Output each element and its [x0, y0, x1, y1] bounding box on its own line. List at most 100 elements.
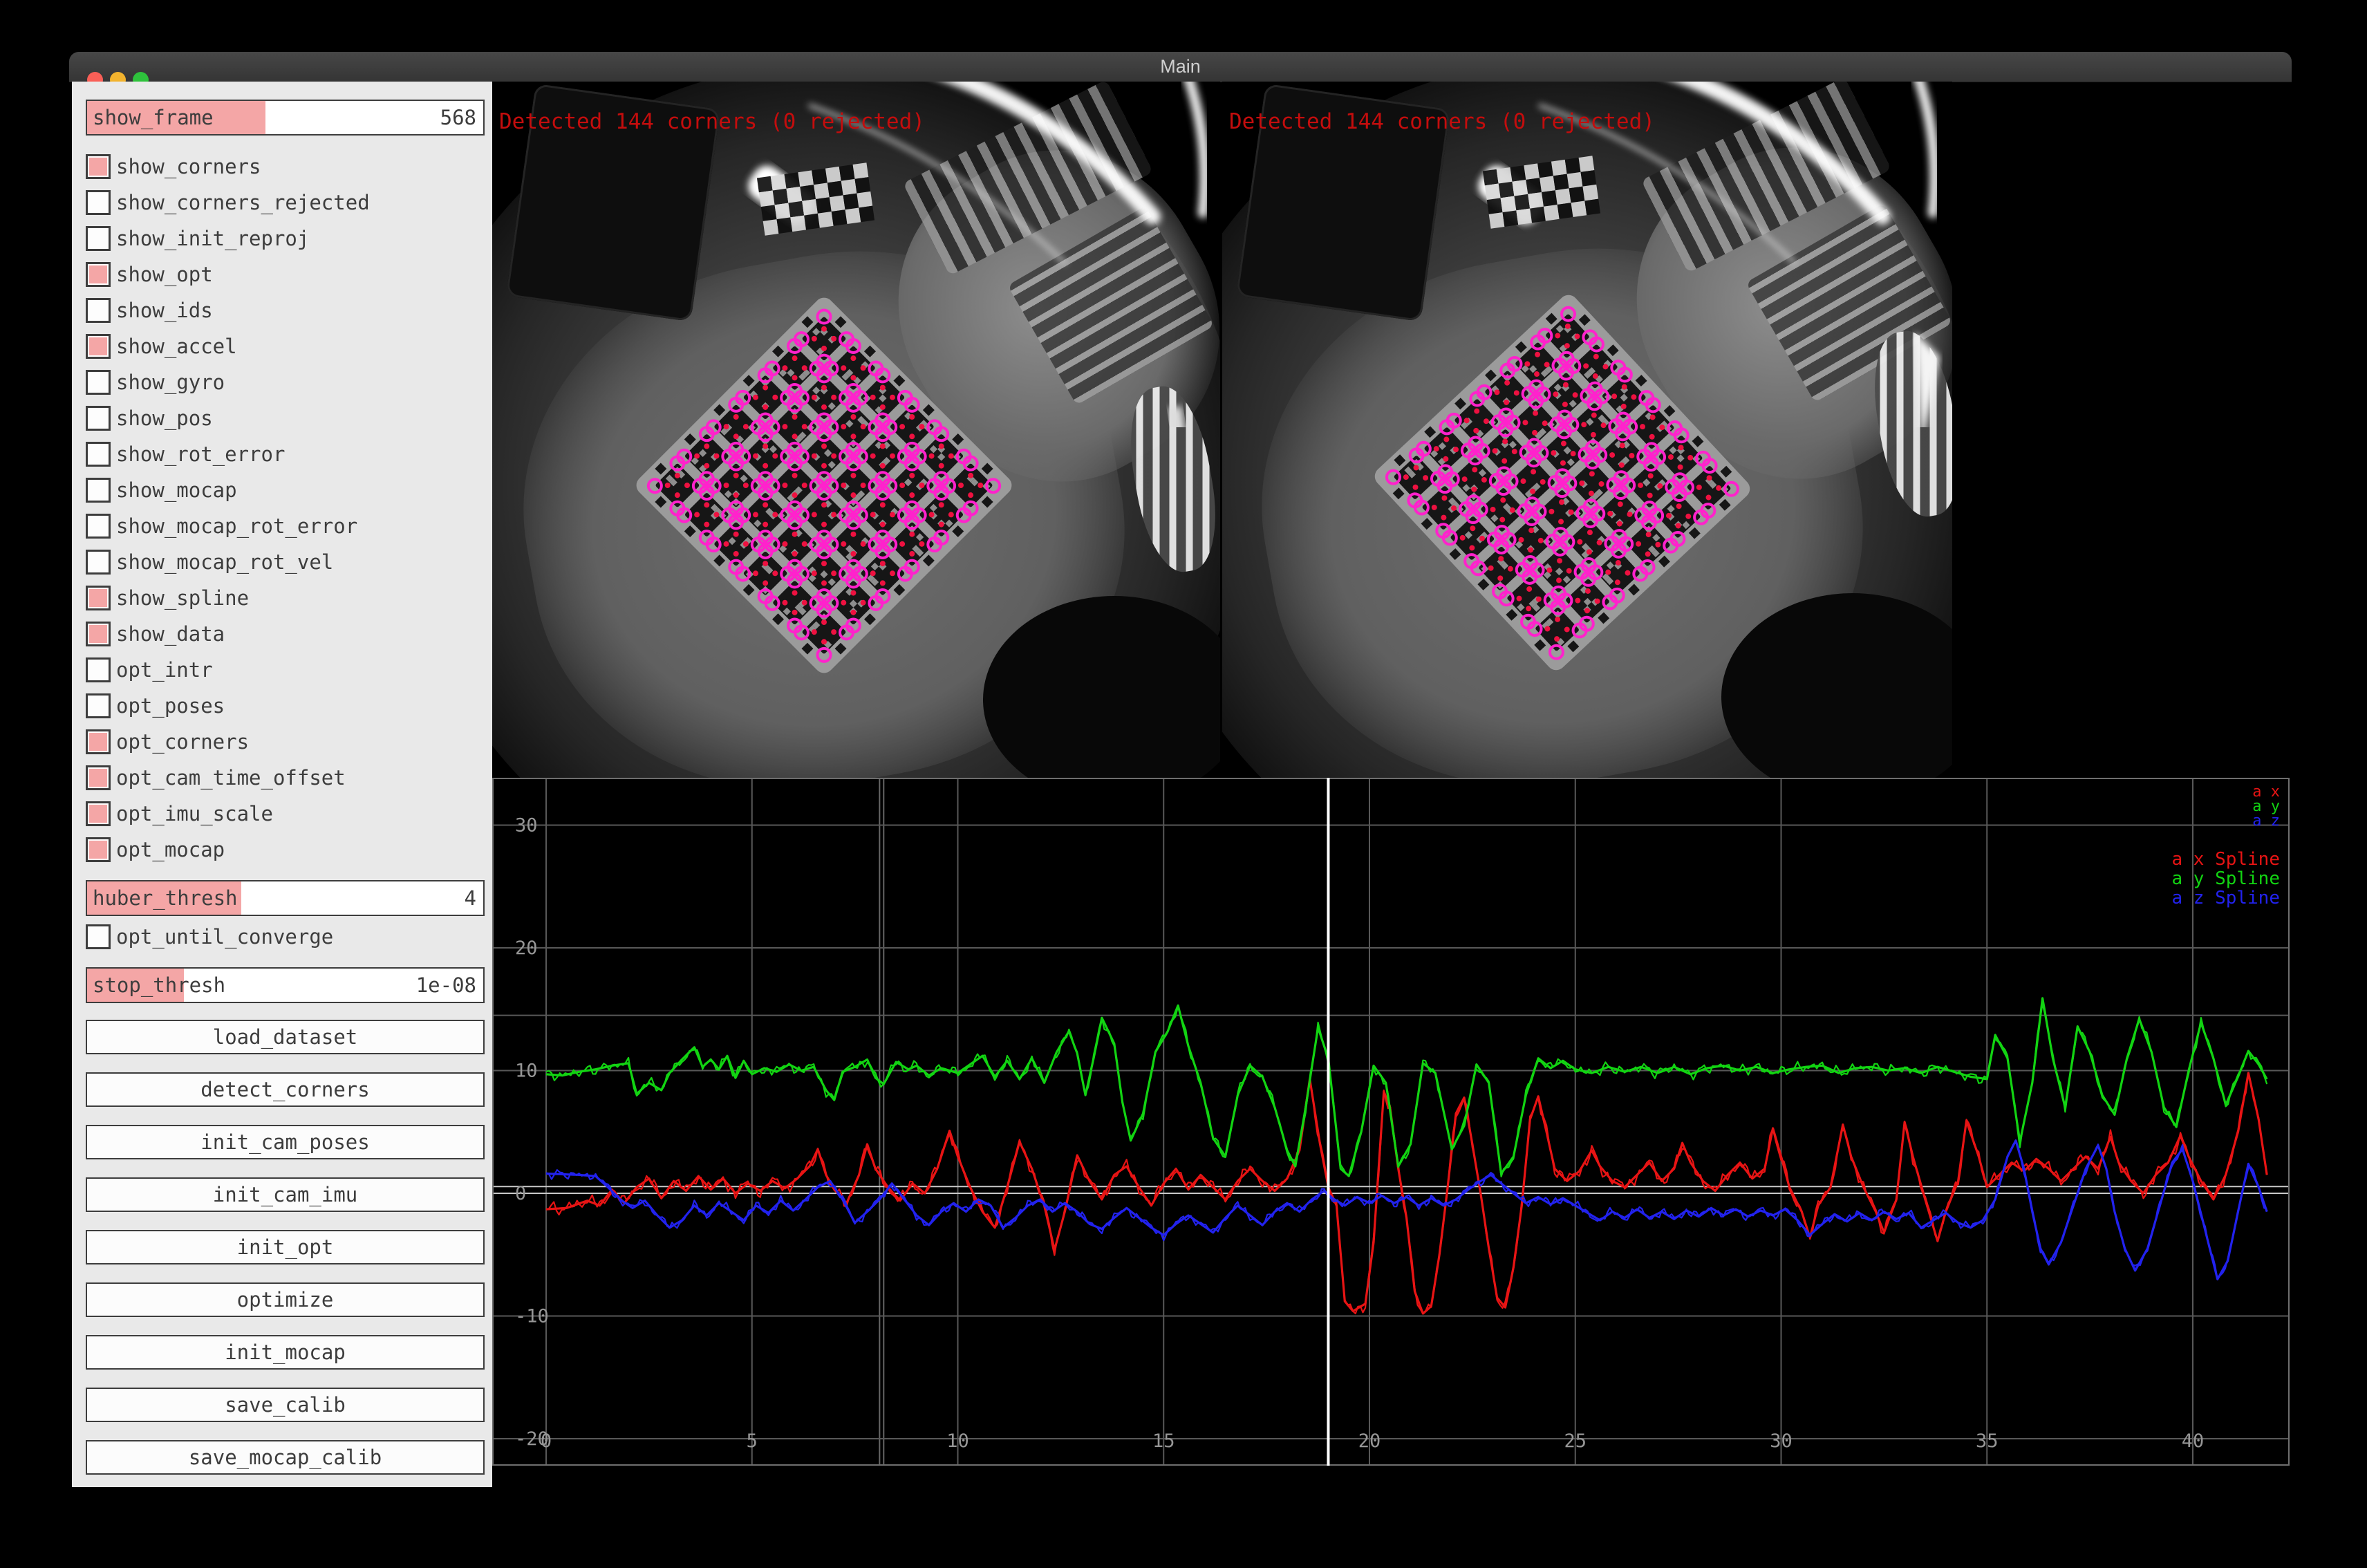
checkbox-show_mocap_rot_vel[interactable]: show_mocap_rot_vel — [86, 550, 485, 575]
slider-label: show_frame — [93, 101, 214, 134]
checkbox-box[interactable] — [86, 550, 111, 575]
slider-value: 568 — [440, 101, 476, 134]
camera-view-1: Detected 144 corners (0 rejected) — [492, 82, 1220, 780]
checkbox-label: show_data — [116, 622, 225, 646]
x-tick-label: 0 — [541, 1430, 552, 1452]
checkbox-show_data[interactable]: show_data — [86, 622, 485, 646]
checkbox-label: show_accel — [116, 334, 237, 359]
y-tick-label: 10 — [515, 1061, 538, 1082]
checkbox-box[interactable] — [86, 478, 111, 503]
checkbox-show_gyro[interactable]: show_gyro — [86, 370, 485, 395]
checkbox-show_rot_error[interactable]: show_rot_error — [86, 442, 485, 467]
checkbox-show_opt[interactable]: show_opt — [86, 262, 485, 287]
slider-huber_thresh[interactable]: huber_thresh4 — [86, 880, 485, 916]
checkbox-box[interactable] — [86, 657, 111, 682]
slider-show_frame[interactable]: show_frame 568 — [86, 100, 485, 136]
checkbox-label: show_ids — [116, 298, 213, 323]
checkbox-label: opt_until_converge — [116, 924, 333, 949]
checkbox-show_pos[interactable]: show_pos — [86, 406, 485, 431]
checkbox-box[interactable] — [86, 729, 111, 754]
legend-data-entry: a z — [2252, 812, 2280, 830]
x-tick-label: 30 — [1770, 1430, 1793, 1452]
button-save_calib[interactable]: save_calib — [86, 1388, 485, 1422]
checkbox-label: opt_corners — [116, 729, 249, 754]
checkbox-label: show_mocap_rot_vel — [116, 550, 333, 575]
checkbox-opt_intr[interactable]: opt_intr — [86, 657, 485, 682]
checkbox-label: show_init_reproj — [116, 226, 309, 251]
checkbox-label: opt_cam_time_offset — [116, 765, 346, 790]
camera2-detection-status: Detected 144 corners (0 rejected) — [1229, 109, 1655, 134]
x-tick-label: 20 — [1358, 1430, 1381, 1452]
checkbox-box[interactable] — [86, 406, 111, 431]
button-save_mocap_calib[interactable]: save_mocap_calib — [86, 1440, 485, 1475]
checkbox-opt_cam_time_offset[interactable]: opt_cam_time_offset — [86, 765, 485, 790]
main-window: Main show_frame 568 show_corners show_corne… — [69, 52, 2292, 1490]
x-tick-label: 25 — [1564, 1430, 1587, 1452]
checkbox-opt_imu_scale[interactable]: opt_imu_scale — [86, 801, 485, 826]
camera1-detection-status: Detected 144 corners (0 rejected) — [499, 109, 925, 134]
legend-spline-entry: a y Spline — [2171, 868, 2280, 889]
checkbox-opt_corners[interactable]: opt_corners — [86, 729, 485, 754]
checkbox-show_ids[interactable]: show_ids — [86, 298, 485, 323]
checkbox-box[interactable] — [86, 154, 111, 179]
checkbox-box[interactable] — [86, 226, 111, 251]
slider-stop_thresh[interactable]: stop_thresh 1e-08 — [86, 967, 485, 1003]
checkbox-box[interactable] — [86, 190, 111, 215]
checkbox-box[interactable] — [86, 514, 111, 539]
y-tick-label: 20 — [515, 937, 538, 959]
y-tick-label: -10 — [515, 1306, 549, 1327]
y-tick-label: 30 — [515, 815, 538, 837]
checkbox-label: show_mocap — [116, 478, 237, 503]
x-tick-label: 40 — [2182, 1430, 2205, 1452]
legend-spline-entry: a x Spline — [2171, 849, 2280, 870]
titlebar[interactable]: Main — [69, 52, 2292, 82]
checkbox-box[interactable] — [86, 334, 111, 359]
button-init_mocap[interactable]: init_mocap — [86, 1335, 485, 1370]
accel-plot[interactable]: 3020100-10-200510152025303540a xa ya za … — [492, 778, 2290, 1466]
checkbox-opt_until_converge[interactable]: opt_until_converge — [86, 924, 485, 949]
checkbox-label: show_gyro — [116, 370, 225, 395]
checkbox-box[interactable] — [86, 924, 111, 949]
slider-value: 1e-08 — [416, 969, 476, 1002]
screen: Main show_frame 568 show_corners show_corne… — [0, 0, 2367, 1568]
checkbox-show_mocap_rot_error[interactable]: show_mocap_rot_error — [86, 514, 485, 539]
checkbox-show_init_reproj[interactable]: show_init_reproj — [86, 226, 485, 251]
checkbox-box[interactable] — [86, 837, 111, 862]
checkbox-box[interactable] — [86, 622, 111, 646]
checkbox-label: show_corners_rejected — [116, 190, 370, 215]
slider-label: stop_thresh — [93, 969, 225, 1002]
checkbox-show_accel[interactable]: show_accel — [86, 334, 485, 359]
checkbox-label: show_mocap_rot_error — [116, 514, 357, 539]
checkbox-box[interactable] — [86, 262, 111, 287]
checkbox-opt_mocap[interactable]: opt_mocap — [86, 837, 485, 862]
checkbox-show_mocap[interactable]: show_mocap — [86, 478, 485, 503]
checkbox-box[interactable] — [86, 765, 111, 790]
button-load_dataset[interactable]: load_dataset — [86, 1020, 485, 1054]
checkbox-box[interactable] — [86, 442, 111, 467]
checkbox-label: show_pos — [116, 406, 213, 431]
legend-spline-entry: a z Spline — [2171, 888, 2280, 908]
checkbox-box[interactable] — [86, 298, 111, 323]
x-tick-label: 5 — [747, 1430, 758, 1452]
checkbox-label: opt_poses — [116, 693, 225, 718]
camera-view-2: Detected 144 corners (0 rejected) — [1222, 82, 1952, 780]
button-init_cam_poses[interactable]: init_cam_poses — [86, 1125, 485, 1159]
x-tick-label: 15 — [1152, 1430, 1175, 1452]
checkbox-box[interactable] — [86, 370, 111, 395]
checkbox-label: opt_mocap — [116, 837, 225, 862]
checkbox-box[interactable] — [86, 586, 111, 610]
slider-value: 4 — [465, 881, 476, 915]
checkbox-show_corners_rejected[interactable]: show_corners_rejected — [86, 190, 485, 215]
y-tick-label: 0 — [515, 1183, 526, 1204]
checkbox-box[interactable] — [86, 693, 111, 718]
checkbox-box[interactable] — [86, 801, 111, 826]
button-detect_corners[interactable]: detect_corners — [86, 1072, 485, 1107]
checkbox-label: show_corners — [116, 154, 261, 179]
button-init_opt[interactable]: init_opt — [86, 1230, 485, 1264]
x-tick-label: 35 — [1976, 1430, 1999, 1452]
checkbox-opt_poses[interactable]: opt_poses — [86, 693, 485, 718]
button-init_cam_imu[interactable]: init_cam_imu — [86, 1177, 485, 1212]
button-optimize[interactable]: optimize — [86, 1282, 485, 1317]
checkbox-show_spline[interactable]: show_spline — [86, 586, 485, 610]
checkbox-show_corners[interactable]: show_corners — [86, 154, 485, 179]
